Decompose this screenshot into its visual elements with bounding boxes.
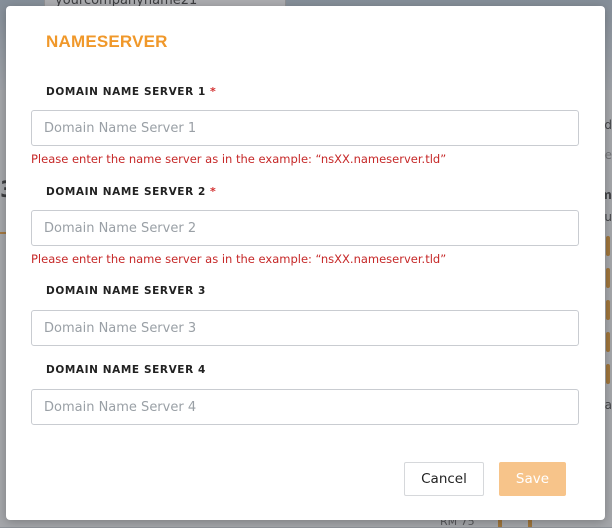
- modal-title: NAMESERVER: [46, 32, 168, 51]
- error-message-ns1: Please enter the name server as in the e…: [31, 152, 447, 166]
- field-label-ns4: DOMAIN NAME SERVER 4: [46, 364, 206, 376]
- domain-name-server-2-input[interactable]: [31, 210, 579, 246]
- field-label-text: DOMAIN NAME SERVER 4: [46, 364, 206, 376]
- required-asterisk: *: [209, 85, 217, 98]
- field-label-ns3: DOMAIN NAME SERVER 3: [46, 285, 206, 297]
- error-message-ns2: Please enter the name server as in the e…: [31, 252, 447, 266]
- domain-name-server-1-input[interactable]: [31, 110, 579, 146]
- field-label-ns1: DOMAIN NAME SERVER 1 *: [46, 85, 216, 98]
- domain-name-server-4-input[interactable]: [31, 389, 579, 425]
- field-label-text: DOMAIN NAME SERVER 1: [46, 86, 206, 98]
- field-label-text: DOMAIN NAME SERVER 3: [46, 285, 206, 297]
- field-label-ns2: DOMAIN NAME SERVER 2 *: [46, 185, 216, 198]
- cancel-button[interactable]: Cancel: [404, 462, 484, 496]
- nameserver-modal: NAMESERVER DOMAIN NAME SERVER 1* Please …: [6, 6, 605, 520]
- domain-name-server-3-input[interactable]: [31, 310, 579, 346]
- field-label-text: DOMAIN NAME SERVER 2: [46, 186, 206, 198]
- required-asterisk: *: [209, 185, 217, 198]
- save-button[interactable]: Save: [499, 462, 566, 496]
